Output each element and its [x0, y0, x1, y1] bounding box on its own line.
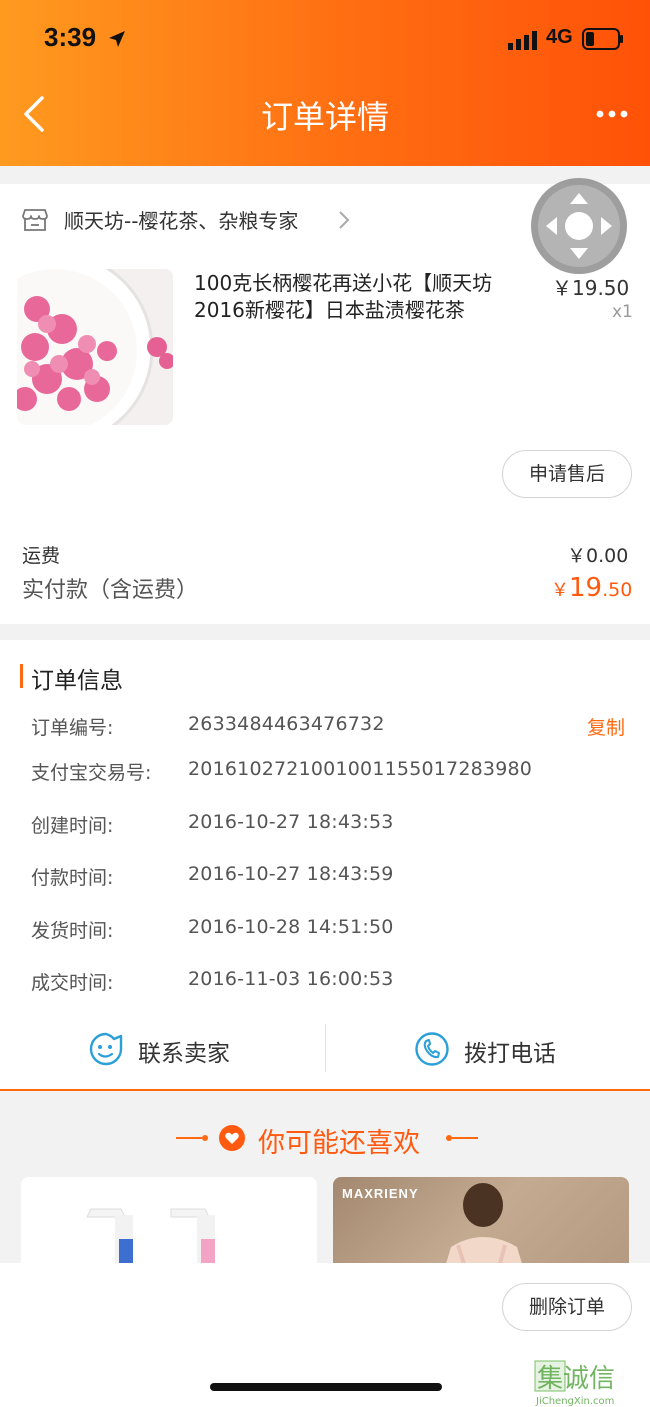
paid-time-label: 付款时间:: [31, 867, 114, 889]
created-time-value: 2016-10-27 18:43:53: [188, 811, 394, 833]
joystick-icon[interactable]: [530, 177, 628, 275]
alipay-trade-value: 2016102721001001155017283980: [188, 758, 533, 780]
call-button[interactable]: 拨打电话: [464, 1034, 556, 1068]
paid-label: 实付款（含运费）: [22, 578, 199, 603]
shop-name[interactable]: 顺天坊--樱花茶、杂粮专家: [64, 205, 298, 234]
order-number-value: 2633484463476732: [188, 713, 385, 735]
order-info-title: 订单信息: [31, 668, 123, 694]
product-title[interactable]: 100克长柄樱花再送小花【顺天坊2016新樱花】日本盐渍樱花茶: [194, 270, 536, 324]
recommend-item-card[interactable]: [21, 1177, 317, 1267]
contact-bar-border: [0, 1089, 650, 1091]
paid-integer: 19: [569, 573, 603, 603]
section-accent-bar: [20, 664, 23, 688]
heart-icon: [219, 1125, 245, 1151]
product-quantity: x1: [612, 302, 633, 322]
shipping-value: ￥0.00: [567, 545, 629, 567]
paid-time-value: 2016-10-27 18:43:59: [188, 863, 394, 885]
recommend-title: 你可能还喜欢: [258, 1128, 420, 1159]
product-image[interactable]: [17, 269, 173, 425]
cherry-blossom-image: [17, 269, 173, 425]
decor-line-left: [176, 1135, 208, 1141]
delete-order-button[interactable]: 删除订单: [502, 1283, 632, 1331]
order-number-label: 订单编号:: [31, 717, 114, 739]
chat-face-icon[interactable]: [88, 1031, 124, 1067]
home-indicator[interactable]: [210, 1383, 442, 1391]
network-type: 4G: [546, 26, 573, 48]
shipped-time-value: 2016-10-28 14:51:50: [188, 916, 394, 938]
location-arrow-icon: [109, 31, 125, 47]
phone-icon[interactable]: [414, 1031, 450, 1067]
watermark-text: 集诚信: [537, 1364, 615, 1394]
signal-icon: [508, 31, 537, 50]
copy-button[interactable]: 复制: [587, 713, 625, 740]
created-time-label: 创建时间:: [31, 815, 114, 837]
status-time: 3:39: [44, 22, 97, 52]
after-sale-button[interactable]: 申请售后: [502, 450, 632, 498]
more-dots-icon[interactable]: [596, 108, 628, 120]
paid-amount: ￥19.50: [551, 573, 632, 603]
decor-line-right: [446, 1135, 478, 1141]
watermark-logo: 集诚信 JiChengXin.com: [534, 1360, 615, 1407]
paid-currency: ￥: [551, 580, 569, 601]
brand-label: MAXRIENY: [342, 1186, 419, 1201]
nav-header: [0, 0, 650, 166]
product-price: ￥19.50: [552, 276, 630, 300]
completed-time-value: 2016-11-03 16:00:53: [188, 968, 394, 990]
alipay-trade-label: 支付宝交易号:: [31, 762, 152, 784]
chevron-right-icon[interactable]: [338, 210, 350, 230]
completed-time-label: 成交时间:: [31, 972, 114, 994]
contact-divider: [325, 1024, 326, 1072]
contact-seller-button[interactable]: 联系卖家: [138, 1034, 230, 1068]
paid-decimal: .50: [602, 579, 633, 601]
shop-icon: [22, 209, 48, 231]
page-title: 订单详情: [260, 98, 389, 136]
shipping-label: 运费: [22, 545, 61, 567]
shipped-time-label: 发货时间:: [31, 920, 114, 942]
watermark-subtext: JiChengXin.com: [535, 1396, 614, 1407]
battery-icon: [582, 28, 623, 50]
pump-bottles-image: [21, 1177, 317, 1267]
